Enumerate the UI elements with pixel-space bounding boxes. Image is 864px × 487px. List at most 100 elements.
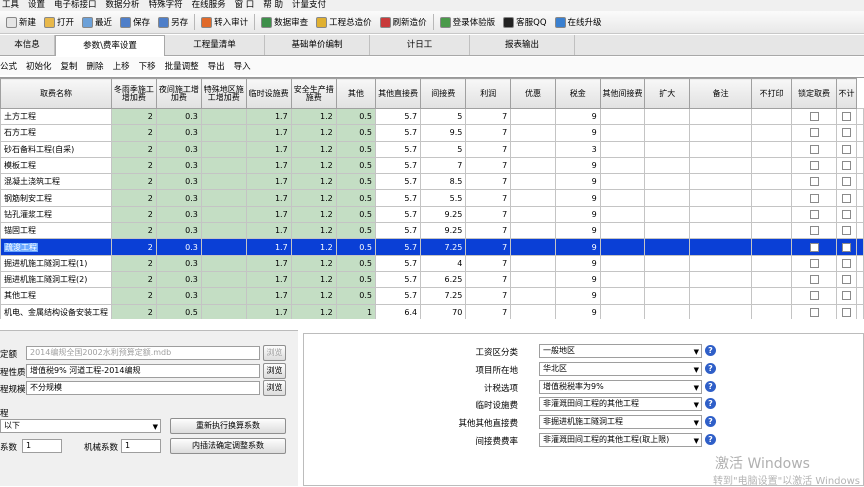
value-cell[interactable]: 0.3 [155,222,202,240]
no-print-checkbox[interactable] [809,275,819,285]
value-cell[interactable]: 0.5 [155,303,202,319]
value-cell[interactable]: 7.25 [420,287,467,305]
help-icon[interactable]: ? [705,345,716,356]
value-cell[interactable]: 5.7 [375,107,422,126]
value-cell[interactable]: 1.2 [290,107,337,126]
no-print-checkbox[interactable] [809,242,819,252]
table-row[interactable]: 土方工程 2 0.3 1.7 1.2 0.5 5.7 5 7 9 [0,107,864,126]
value-cell[interactable] [644,140,691,158]
value-cell[interactable] [644,173,691,191]
setting-select[interactable]: 非灌溉田间工程的其他工程(取上限) ▼ [539,433,702,447]
value-cell[interactable]: 7 [465,140,512,158]
value-cell[interactable] [856,173,864,191]
lock-fee-checkbox[interactable] [842,128,851,138]
no-print-checkbox[interactable] [809,291,819,301]
lock-fee-checkbox[interactable] [842,275,851,285]
value-cell[interactable] [689,173,753,191]
toolbar-button[interactable]: 转入审计 [197,13,252,31]
value-cell[interactable]: 0.5 [335,107,377,126]
value-cell[interactable] [751,189,793,207]
lock-fee-checkbox[interactable] [842,307,851,317]
lock-fee-checkbox[interactable] [842,144,851,154]
value-cell[interactable] [689,222,753,240]
value-cell[interactable]: 2 [111,107,157,126]
value-cell[interactable]: 0.5 [335,287,377,305]
value-cell[interactable]: 9 [554,222,601,240]
value-cell[interactable] [200,140,247,158]
value-cell[interactable] [856,287,864,305]
value-cell[interactable]: 5 [420,107,467,126]
value-cell[interactable] [644,303,691,319]
value-cell[interactable]: 1.2 [290,189,337,207]
value-cell[interactable] [689,287,753,305]
value-cell[interactable] [599,124,646,142]
table-row[interactable]: 锚固工程 2 0.3 1.7 1.2 0.5 5.7 9.25 7 9 [0,222,864,240]
value-cell[interactable] [689,303,753,319]
value-cell[interactable]: 2 [111,270,157,289]
lock-fee-checkbox[interactable] [842,209,851,219]
value-cell[interactable] [200,303,247,319]
table-row[interactable]: 疏浚工程 2 0.3 1.7 1.2 0.5 5.7 7.25 7 9 [0,238,864,256]
value-cell[interactable]: 0.3 [155,156,202,175]
fee-name-cell[interactable]: 砂石备料工程(自采) [0,140,112,158]
value-cell[interactable] [644,238,691,256]
menu-item[interactable]: 电子标接口 [54,0,97,11]
value-cell[interactable]: 7 [465,238,512,256]
value-cell[interactable] [644,205,691,224]
value-cell[interactable]: 5.7 [375,205,422,224]
value-cell[interactable]: 7 [465,156,512,175]
value-cell[interactable] [751,238,793,256]
labor-coef-input[interactable]: 1 [22,439,62,453]
toolbar-button[interactable]: 数据审查 [257,13,312,31]
value-cell[interactable] [510,189,556,207]
value-cell[interactable] [510,287,556,305]
toolbar-button[interactable]: 客服QQ [499,13,550,31]
no-print-checkbox[interactable] [809,177,819,187]
help-icon[interactable]: ? [705,434,716,445]
value-cell[interactable]: 0.3 [155,107,202,126]
value-cell[interactable] [856,124,864,142]
value-cell[interactable]: 2 [111,222,157,240]
column-header[interactable]: 税金 [554,78,601,109]
value-cell[interactable]: 0.3 [155,287,202,305]
value-cell[interactable]: 9 [554,107,601,126]
value-cell[interactable] [689,124,753,142]
toolbar-button[interactable]: 工程总造价 [312,13,376,31]
value-cell[interactable] [751,222,793,240]
setting-select[interactable]: 增值税税率为9% ▼ [539,379,702,394]
value-cell[interactable]: 0.3 [155,254,202,272]
value-cell[interactable] [599,270,646,289]
value-cell[interactable]: 0.5 [335,173,377,191]
value-cell[interactable] [856,156,864,175]
column-header[interactable]: 优惠 [510,78,556,109]
tab-base-price[interactable]: 基础单价编制 [265,35,370,55]
value-cell[interactable]: 70 [420,303,467,319]
value-cell[interactable] [644,222,691,240]
value-cell[interactable] [200,287,247,305]
value-cell[interactable]: 5.7 [375,189,422,207]
lock-fee-checkbox[interactable] [842,161,851,171]
column-header[interactable]: 取费名称 [0,78,112,109]
value-cell[interactable] [510,140,556,158]
value-cell[interactable]: 7 [465,222,512,240]
value-cell[interactable] [644,107,691,126]
no-print-checkbox[interactable] [809,307,819,317]
mech-coef-input[interactable]: 1 [121,439,161,453]
value-cell[interactable]: 0.5 [335,238,377,256]
value-cell[interactable] [856,205,864,224]
value-cell[interactable] [856,222,864,240]
value-cell[interactable] [200,124,247,142]
value-cell[interactable]: 0.5 [335,270,377,289]
value-cell[interactable] [644,287,691,305]
value-cell[interactable]: 1.7 [245,222,292,240]
value-cell[interactable] [751,124,793,142]
value-cell[interactable]: 0.5 [335,140,377,158]
value-cell[interactable]: 1.2 [290,238,337,256]
value-cell[interactable]: 3 [554,140,601,158]
value-cell[interactable]: 1.7 [245,254,292,272]
value-cell[interactable]: 6.4 [375,303,422,319]
toolbar-button[interactable]: 打开 [40,13,78,31]
no-print-checkbox[interactable] [809,112,819,122]
fee-name-cell[interactable]: 其他工程 [0,287,112,305]
value-cell[interactable] [644,156,691,175]
